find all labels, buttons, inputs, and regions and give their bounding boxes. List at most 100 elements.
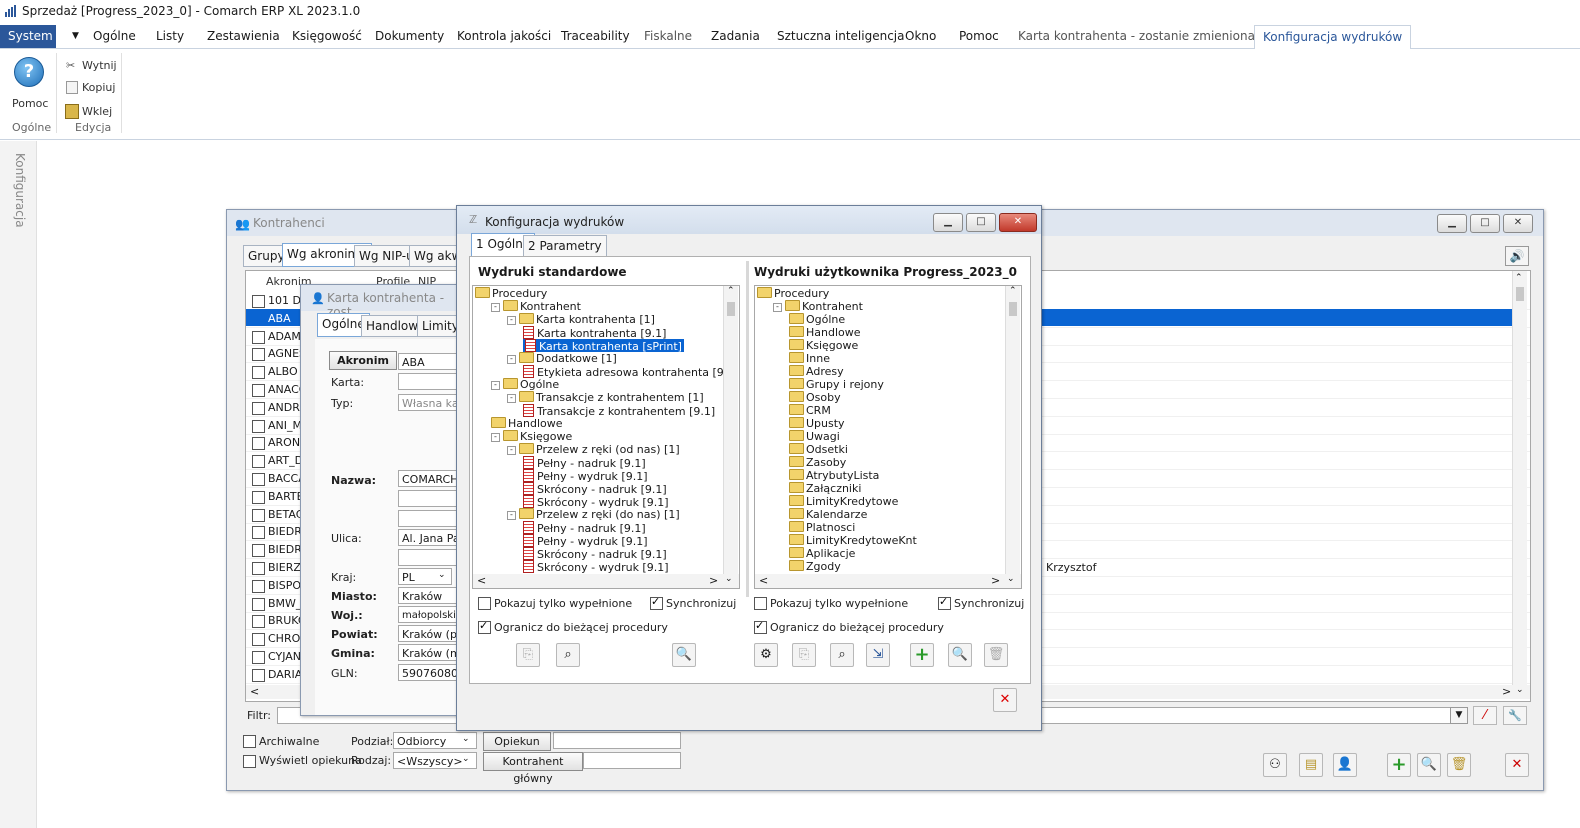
- gln-field[interactable]: 590760800: [398, 664, 458, 681]
- akronim-field[interactable]: ABA: [398, 353, 458, 370]
- trash-icon[interactable]: 🗑: [1447, 753, 1471, 777]
- row-checkbox[interactable]: [252, 401, 265, 415]
- tree-folder-node[interactable]: - Ogólne: [491, 378, 559, 391]
- add-icon[interactable]: +: [1387, 753, 1411, 777]
- copy-button[interactable]: Kopiuj: [82, 81, 115, 94]
- search-icon[interactable]: 🔍: [948, 643, 972, 667]
- nazwa-field-3[interactable]: [398, 510, 458, 527]
- add-icon[interactable]: +: [910, 643, 934, 667]
- row-checkbox[interactable]: [252, 455, 265, 469]
- tree-print-node[interactable]: Karta kontrahenta [9.1]: [523, 326, 666, 340]
- scroll-up-icon[interactable]: ⌃: [727, 286, 735, 296]
- panel-splitter[interactable]: [746, 261, 749, 597]
- menu-listy[interactable]: Listy: [148, 25, 192, 48]
- collapse-icon[interactable]: -: [491, 433, 500, 442]
- row-checkbox[interactable]: [252, 544, 265, 558]
- copy-icon[interactable]: ⎘: [516, 643, 540, 667]
- user-card-icon[interactable]: 👤: [1333, 753, 1357, 777]
- filter-dropdown-icon[interactable]: ▼: [1450, 707, 1468, 724]
- row-checkbox[interactable]: [252, 526, 265, 540]
- menu-zadania[interactable]: Zadania: [703, 25, 768, 48]
- tree-print-node[interactable]: Skrócony - nadruk [9.1]: [523, 482, 667, 496]
- scroll-down-icon[interactable]: ⌄: [725, 574, 733, 584]
- speaker-icon[interactable]: 🔊: [1505, 246, 1529, 266]
- row-checkbox[interactable]: [252, 562, 265, 575]
- cut-button[interactable]: Wytnij: [82, 59, 117, 72]
- tree-folder-node[interactable]: Księgowe: [789, 339, 858, 352]
- binoculars-icon[interactable]: ⌕: [556, 643, 580, 667]
- tree-folder-node[interactable]: - Karta kontrahenta [1]: [507, 313, 655, 326]
- menu-ogolne[interactable]: Ogólne: [85, 25, 144, 48]
- search-icon[interactable]: 🔍: [672, 643, 696, 667]
- minimize-button[interactable]: ▁: [1437, 214, 1467, 233]
- tree-folder-node[interactable]: - Kontrahent: [491, 300, 581, 313]
- ulica-field[interactable]: Al. Jana Pa: [398, 529, 458, 546]
- tree-folder-node[interactable]: LimityKredytoweKnt: [789, 534, 917, 547]
- close-button[interactable]: ✕: [1503, 214, 1533, 233]
- copy-icon[interactable]: [66, 81, 78, 94]
- binoculars-icon[interactable]: ⌕: [830, 643, 854, 667]
- tree-folder-node[interactable]: - Transakcje z kontrahentem [1]: [507, 391, 704, 404]
- menu-pomoc[interactable]: Pomoc: [951, 25, 1007, 48]
- search-icon[interactable]: 🔍: [1417, 753, 1441, 777]
- tree-folder-node[interactable]: Handlowe: [491, 417, 563, 430]
- collapse-icon[interactable]: -: [507, 446, 516, 455]
- row-checkbox[interactable]: [252, 437, 265, 451]
- close-list-icon[interactable]: ✕: [1505, 753, 1529, 777]
- std-show-filled-checkbox[interactable]: [478, 597, 491, 610]
- tree-print-node[interactable]: Pełny - wydruk [9.1]: [523, 534, 648, 548]
- vertical-scrollbar[interactable]: ⌃: [1005, 286, 1020, 574]
- scroll-left-icon[interactable]: <: [250, 685, 259, 698]
- row-checkbox[interactable]: [252, 579, 265, 593]
- side-panel-label[interactable]: Konfiguracja: [13, 153, 27, 228]
- collapse-icon[interactable]: -: [507, 394, 516, 403]
- row-checkbox[interactable]: [252, 330, 265, 344]
- collapse-icon[interactable]: -: [773, 303, 782, 312]
- collapse-icon[interactable]: -: [507, 511, 516, 520]
- help-icon[interactable]: ?: [14, 57, 44, 87]
- gmina-field[interactable]: Kraków (m.: [398, 644, 458, 661]
- tree-folder-node[interactable]: Procedury: [757, 287, 829, 300]
- folder-icon[interactable]: ▤: [1299, 753, 1323, 777]
- row-checkbox[interactable]: [252, 490, 265, 504]
- nazwa-field[interactable]: COMARCH: [398, 470, 458, 487]
- menu-kontrola-jakosci[interactable]: Kontrola jakości: [449, 25, 559, 48]
- kontrahent-glowny-button[interactable]: Kontrahent główny: [483, 752, 583, 785]
- tree-print-node[interactable]: Pełny - nadruk [9.1]: [523, 521, 646, 535]
- tree-folder-node[interactable]: Załączniki: [789, 482, 861, 495]
- tree-folder-node[interactable]: Platnosci: [789, 521, 855, 534]
- chevron-down-icon[interactable]: ⌄: [438, 570, 446, 580]
- row-checkbox[interactable]: [252, 633, 265, 647]
- tree-print-node[interactable]: Karta kontrahenta [sPrint]: [523, 339, 684, 353]
- tree-folder-node[interactable]: Uwagi: [789, 430, 840, 443]
- menu-konfiguracja-wydrukow[interactable]: Konfiguracja wydruków: [1254, 25, 1412, 50]
- menu-zestawienia[interactable]: Zestawienia: [199, 25, 288, 48]
- tree-folder-node[interactable]: Zgody: [789, 560, 841, 573]
- tab-parametry[interactable]: 2 Parametry: [523, 235, 607, 257]
- gear-icon[interactable]: ⚙: [754, 643, 778, 667]
- row-checkbox[interactable]: [252, 348, 265, 362]
- horizontal-scrollbar[interactable]: < > ⌄: [473, 574, 739, 588]
- std-prints-tree[interactable]: Procedury - Kontrahent - Karta kontrahenta […: [472, 285, 740, 589]
- tree-folder-node[interactable]: - Przelew z ręki (do nas) [1]: [507, 508, 680, 521]
- close-dialog-icon[interactable]: ✕: [993, 688, 1017, 712]
- collapse-icon[interactable]: -: [507, 355, 516, 364]
- paste-button[interactable]: Wklej: [82, 105, 112, 118]
- scroll-down-icon[interactable]: ⌄: [1516, 685, 1524, 695]
- tree-folder-node[interactable]: LimityKredytowe: [789, 495, 898, 508]
- typ-field[interactable]: Własna kar: [398, 394, 458, 411]
- row-checkbox[interactable]: [252, 508, 265, 522]
- row-checkbox[interactable]: [252, 668, 265, 682]
- cut-icon[interactable]: ✂: [66, 59, 75, 72]
- row-checkbox[interactable]: [252, 615, 265, 629]
- menu-system[interactable]: System: [0, 25, 56, 48]
- menu-okno[interactable]: Okno: [897, 25, 944, 48]
- tree-folder-node[interactable]: AtrybutyLista: [789, 469, 879, 482]
- close-button[interactable]: ✕: [999, 213, 1037, 232]
- hierarchy-icon[interactable]: ⚇: [1263, 753, 1287, 777]
- row-checkbox[interactable]: [252, 384, 265, 397]
- tree-folder-node[interactable]: Upusty: [789, 417, 845, 430]
- tree-print-node[interactable]: Skrócony - wydruk [9.1]: [523, 495, 669, 509]
- menu-dokumenty[interactable]: Dokumenty: [367, 25, 452, 48]
- tree-print-node[interactable]: Etykieta adresowa kontrahenta [9.1]: [523, 365, 739, 379]
